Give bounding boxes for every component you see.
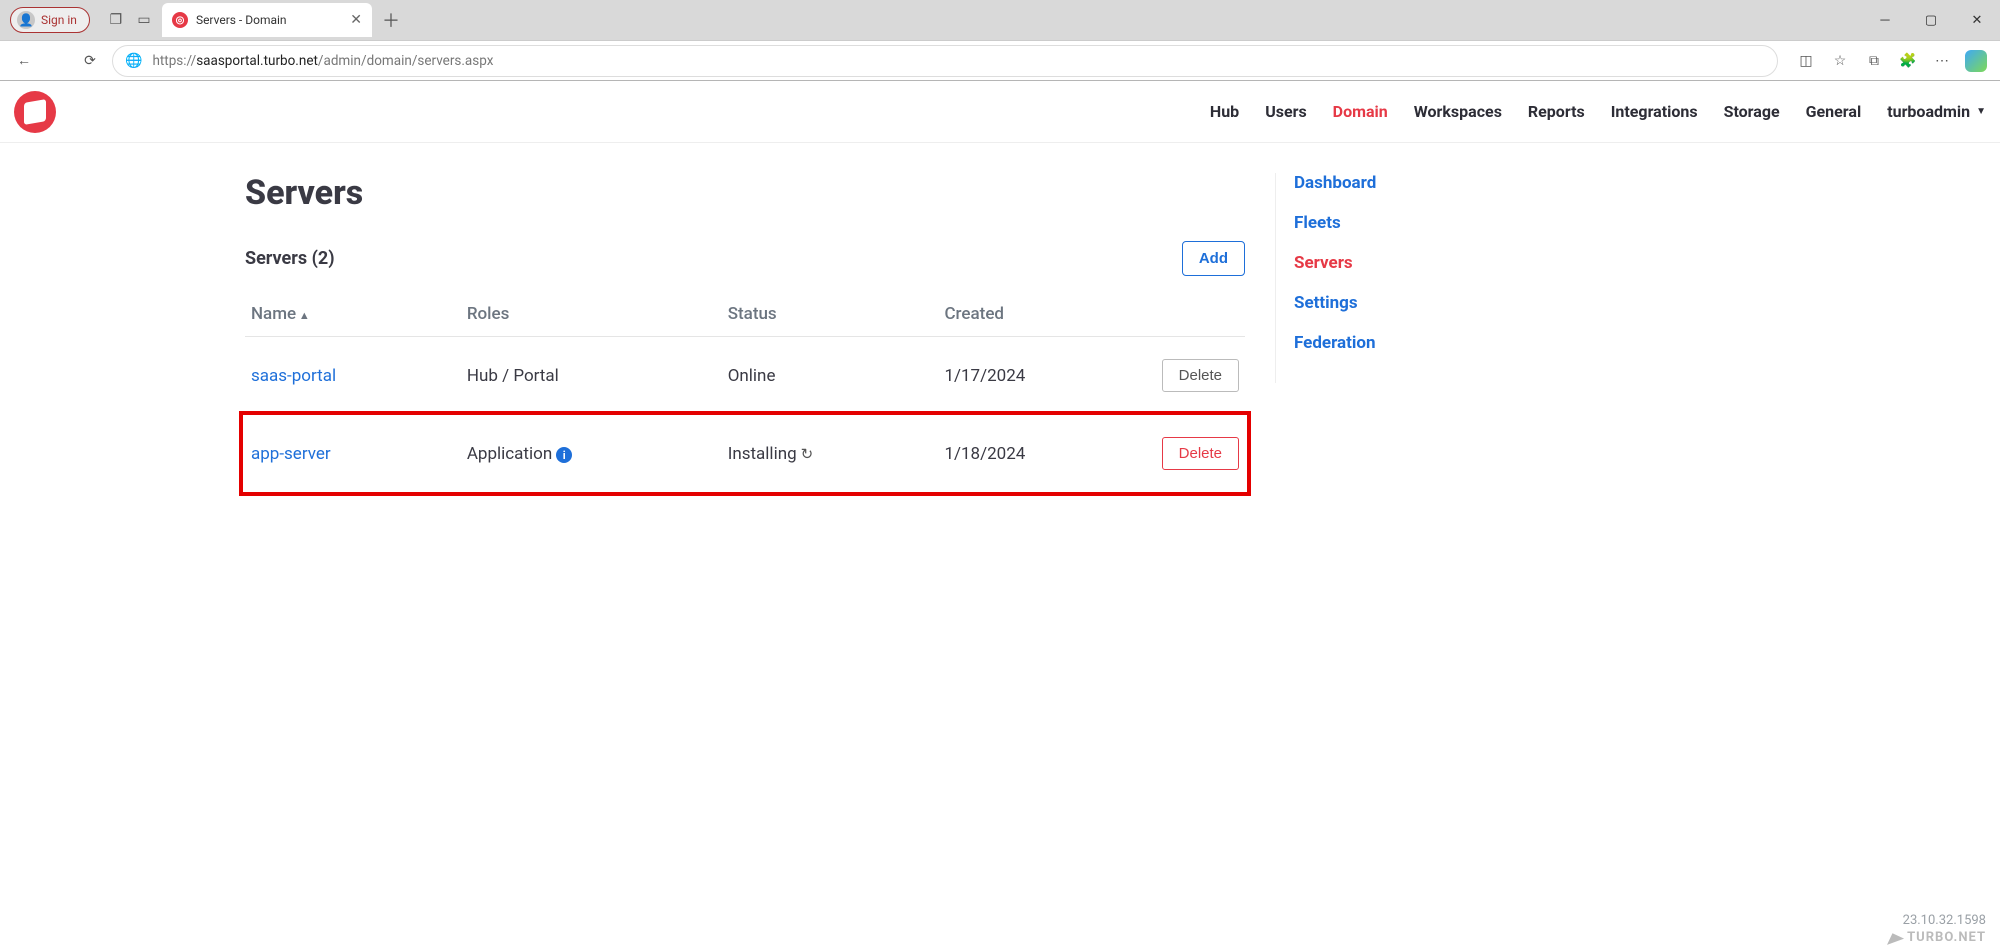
user-menu[interactable]: turboadmin▼ — [1887, 102, 1986, 121]
sidebar-item-servers[interactable]: Servers — [1294, 253, 1376, 273]
extensions-icon[interactable]: 🧩 — [1892, 45, 1924, 77]
copilot-icon[interactable] — [1960, 45, 1992, 77]
tab-overview-icon[interactable]: ▭ — [130, 12, 158, 28]
nav-general[interactable]: General — [1806, 102, 1862, 121]
delete-button[interactable]: Delete — [1162, 359, 1239, 392]
sidebar-item-federation[interactable]: Federation — [1294, 333, 1376, 353]
url-text: https://saasportal.turbo.net/admin/domai… — [152, 53, 493, 69]
server-link[interactable]: saas-portal — [251, 366, 336, 386]
nav-users[interactable]: Users — [1265, 102, 1306, 121]
info-icon[interactable]: i — [556, 447, 572, 463]
brand-icon — [1884, 930, 1904, 945]
nav-reports[interactable]: Reports — [1528, 102, 1585, 121]
table-row: saas-portal Hub / PortalOnline1/17/2024 De… — [245, 337, 1245, 415]
delete-button[interactable]: Delete — [1162, 437, 1239, 470]
created-cell: 1/17/2024 — [938, 337, 1145, 415]
roles-cell: Applicationi — [461, 415, 722, 493]
col-created[interactable]: Created — [938, 292, 1145, 337]
chevron-down-icon: ▼ — [1976, 106, 1986, 117]
tab-title: Servers - Domain — [196, 13, 342, 27]
signin-label: Sign in — [41, 13, 77, 27]
right-sidebar: Dashboard Fleets Servers Settings Federation — [1294, 173, 1376, 492]
server-link[interactable]: app-server — [251, 444, 331, 464]
nav-storage[interactable]: Storage — [1724, 102, 1780, 121]
person-icon: 👤 — [17, 11, 35, 29]
servers-count: Servers (2) — [245, 248, 335, 269]
close-window-button[interactable]: ✕ — [1954, 0, 2000, 40]
refresh-button[interactable]: ⟳ — [74, 45, 106, 77]
nav-hub[interactable]: Hub — [1210, 102, 1239, 121]
status-cell: Online — [722, 337, 939, 415]
nav-integrations[interactable]: Integrations — [1611, 102, 1698, 121]
status-cell: Installing↻ — [722, 415, 939, 493]
col-actions — [1145, 292, 1245, 337]
favorites-icon[interactable]: ☆ — [1824, 45, 1856, 77]
brand-footer: TURBO.NET — [1887, 930, 1986, 945]
created-cell: 1/18/2024 — [938, 415, 1145, 493]
vertical-divider — [1275, 173, 1276, 383]
table-row: app-server ApplicationiInstalling↻1/18/20… — [245, 415, 1245, 493]
globe-icon: 🌐 — [125, 53, 142, 69]
sort-asc-icon: ▲ — [296, 309, 310, 322]
sidebar-item-fleets[interactable]: Fleets — [1294, 213, 1376, 233]
new-tab-button[interactable]: ＋ — [372, 7, 410, 33]
workspaces-icon[interactable]: ❐ — [102, 12, 130, 28]
collections-icon[interactable]: ⧉ — [1858, 45, 1890, 77]
servers-table: Name ▲RolesStatusCreated saas-portal Hub … — [245, 292, 1245, 492]
back-button[interactable]: ← — [8, 45, 40, 77]
signin-button[interactable]: 👤 Sign in — [10, 7, 90, 33]
address-bar[interactable]: 🌐 https://saasportal.turbo.net/admin/dom… — [112, 45, 1778, 77]
nav-domain[interactable]: Domain — [1333, 102, 1388, 121]
top-nav: Hub Users Domain Workspaces Reports Integrati… — [1210, 102, 1986, 121]
page-title: Servers — [245, 173, 1245, 213]
split-screen-icon[interactable]: ◫ — [1790, 45, 1822, 77]
version-text: 23.10.32.1598 — [1887, 913, 1986, 928]
tab-favicon-icon: ◎ — [172, 12, 188, 28]
col-roles[interactable]: Roles — [461, 292, 722, 337]
nav-workspaces[interactable]: Workspaces — [1414, 102, 1502, 121]
browser-tab[interactable]: ◎ Servers - Domain ✕ — [162, 3, 372, 37]
more-icon[interactable]: ⋯ — [1926, 45, 1958, 77]
col-status[interactable]: Status — [722, 292, 939, 337]
maximize-button[interactable]: ▢ — [1908, 0, 1954, 40]
sidebar-item-dashboard[interactable]: Dashboard — [1294, 173, 1376, 193]
app-logo[interactable] — [14, 91, 56, 133]
sidebar-item-settings[interactable]: Settings — [1294, 293, 1376, 313]
roles-cell: Hub / Portal — [461, 337, 722, 415]
add-button[interactable]: Add — [1182, 241, 1245, 276]
minimize-button[interactable]: ─ — [1862, 0, 1908, 40]
col-name[interactable]: Name ▲ — [245, 292, 461, 337]
close-icon[interactable]: ✕ — [350, 12, 362, 28]
spinner-icon: ↻ — [801, 445, 814, 463]
